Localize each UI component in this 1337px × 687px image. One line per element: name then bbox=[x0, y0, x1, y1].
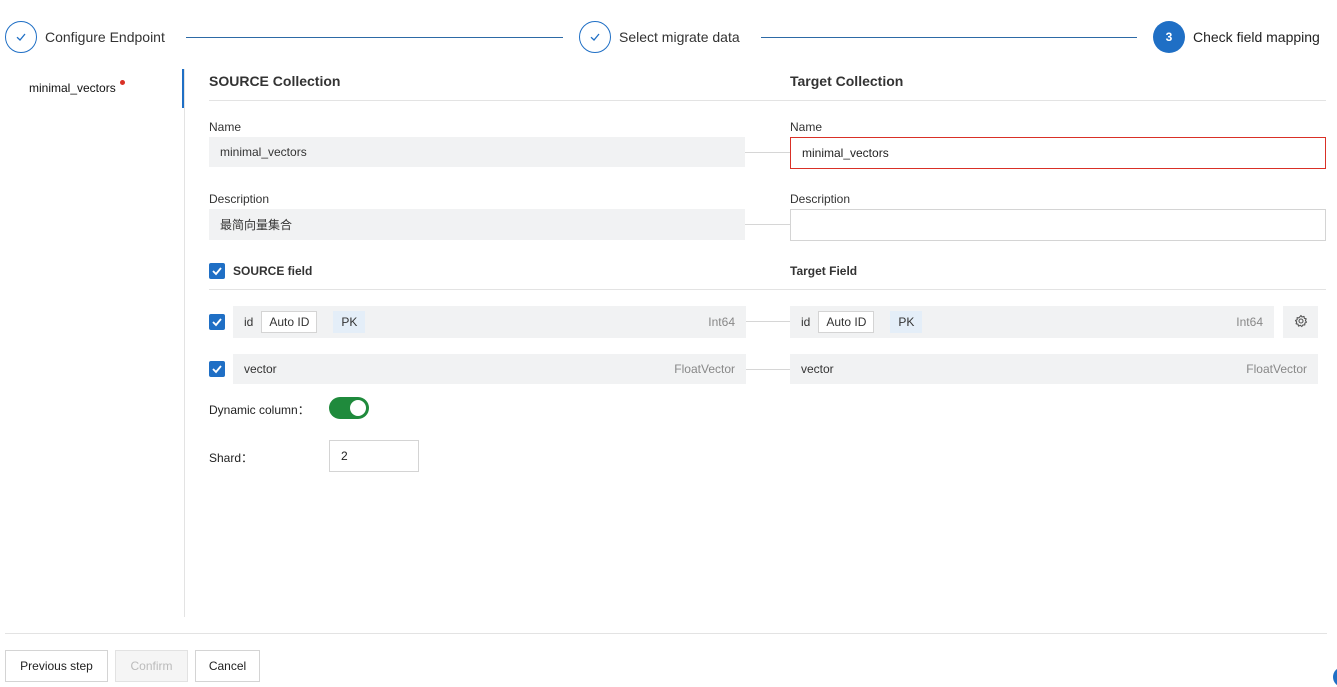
target-field-row-id: id Auto ID PK Int64 bbox=[790, 306, 1274, 338]
field-type: FloatVector bbox=[1246, 362, 1307, 376]
shard-label: Shard： bbox=[209, 451, 254, 465]
dynamic-column-toggle[interactable] bbox=[329, 397, 369, 419]
select-all-fields-checkbox[interactable] bbox=[209, 263, 225, 279]
pk-tag: PK bbox=[333, 311, 366, 333]
cancel-button[interactable]: Cancel bbox=[195, 650, 260, 682]
source-fields-title: SOURCE field bbox=[233, 264, 313, 278]
step-connector bbox=[186, 37, 563, 38]
field-name: id bbox=[801, 315, 811, 329]
check-icon bbox=[5, 21, 37, 53]
field-name: id bbox=[244, 315, 254, 329]
step-check-field-mapping[interactable]: 3 Check field mapping bbox=[1153, 21, 1320, 53]
source-name-value: minimal_vectors bbox=[209, 137, 745, 167]
source-description-value: 最简向量集合 bbox=[209, 209, 745, 240]
mapping-connector bbox=[745, 224, 790, 225]
step-number: 3 bbox=[1153, 21, 1185, 53]
footer-divider bbox=[5, 633, 1327, 634]
step-select-migrate-data[interactable]: Select migrate data bbox=[579, 21, 740, 53]
header-divider bbox=[209, 100, 1326, 101]
target-description-input[interactable] bbox=[790, 209, 1326, 241]
field-type: Int64 bbox=[1236, 315, 1263, 329]
step-label: Configure Endpoint bbox=[45, 29, 165, 45]
stepper: Configure Endpoint Select migrate data 3… bbox=[0, 0, 1337, 75]
field-name: vector bbox=[801, 362, 834, 376]
source-collection-title: SOURCE Collection bbox=[209, 73, 341, 89]
dynamic-column-label: Dynamic column： bbox=[209, 403, 310, 417]
target-description-label: Description bbox=[790, 192, 851, 206]
step-configure-endpoint[interactable]: Configure Endpoint bbox=[5, 21, 165, 53]
field-type: Int64 bbox=[708, 315, 735, 329]
fields-divider bbox=[209, 289, 1326, 290]
error-dot-icon bbox=[120, 80, 125, 85]
collection-list-item[interactable]: minimal_vectors bbox=[29, 81, 116, 95]
source-name-label: Name bbox=[209, 120, 242, 134]
confirm-button[interactable]: Confirm bbox=[115, 650, 188, 682]
check-icon bbox=[579, 21, 611, 53]
shard-input[interactable]: 2 bbox=[329, 440, 419, 472]
source-field-row-vector: vector FloatVector bbox=[233, 354, 746, 384]
active-indicator bbox=[182, 69, 184, 108]
field-settings-button[interactable] bbox=[1283, 306, 1318, 338]
source-description-label: Description bbox=[209, 192, 270, 206]
mapping-connector bbox=[745, 152, 790, 153]
field-id-checkbox[interactable] bbox=[209, 314, 225, 330]
step-label: Select migrate data bbox=[619, 29, 740, 45]
help-bubble-icon[interactable] bbox=[1333, 667, 1337, 687]
field-type: FloatVector bbox=[674, 362, 735, 376]
target-fields-title: Target Field bbox=[790, 264, 858, 278]
target-name-input[interactable]: minimal_vectors bbox=[790, 137, 1326, 169]
target-field-row-vector: vector FloatVector bbox=[790, 354, 1318, 384]
previous-step-button[interactable]: Previous step bbox=[5, 650, 108, 682]
auto-id-tag: Auto ID bbox=[261, 311, 318, 333]
field-name: vector bbox=[244, 362, 277, 376]
source-field-row-id: id Auto ID PK Int64 bbox=[233, 306, 746, 338]
pk-tag: PK bbox=[890, 311, 923, 333]
toggle-knob bbox=[350, 400, 366, 416]
field-vector-checkbox[interactable] bbox=[209, 361, 225, 377]
target-collection-title: Target Collection bbox=[790, 73, 904, 89]
auto-id-tag: Auto ID bbox=[818, 311, 875, 333]
step-label: Check field mapping bbox=[1193, 29, 1320, 45]
mapping-connector bbox=[746, 321, 790, 322]
collection-list: minimal_vectors bbox=[0, 69, 185, 617]
mapping-connector bbox=[746, 369, 790, 370]
step-connector bbox=[761, 37, 1137, 38]
gear-icon bbox=[1294, 314, 1308, 331]
target-name-label: Name bbox=[790, 120, 823, 134]
